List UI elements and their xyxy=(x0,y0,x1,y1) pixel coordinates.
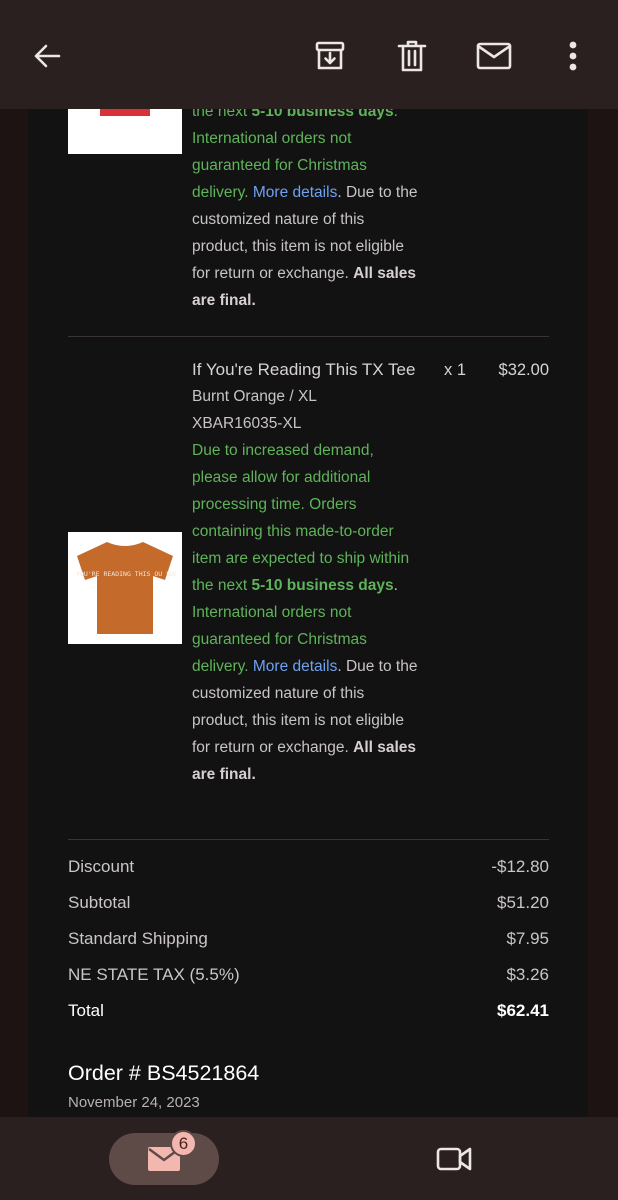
more-details-link[interactable]: More details xyxy=(253,658,337,675)
unread-count-badge: 6 xyxy=(170,1130,197,1157)
back-button[interactable] xyxy=(27,36,67,76)
divider xyxy=(68,839,549,840)
total-row: Total $62.41 xyxy=(68,1001,549,1020)
order-date: November 24, 2023 xyxy=(68,1094,200,1111)
shirt-print-text: IF YOU'RE READING THIS OU SUCKS xyxy=(73,570,177,578)
shipping-row: Standard Shipping $7.95 xyxy=(68,929,549,948)
tax-row: NE STATE TAX (5.5%) $3.26 xyxy=(68,965,549,984)
product-title[interactable]: If You're Reading This TX Tee xyxy=(192,356,422,383)
tax-value: $3.26 xyxy=(506,965,549,984)
meet-tab[interactable] xyxy=(434,1141,474,1177)
email-screen: the next 5-10 business days. Internation… xyxy=(0,0,618,1200)
discount-row: Discount -$12.80 xyxy=(68,857,549,876)
mark-unread-button[interactable] xyxy=(474,36,514,76)
top-app-bar xyxy=(0,0,618,109)
item1-description: the next 5-10 business days. Internation… xyxy=(192,103,418,309)
more-options-icon xyxy=(569,41,577,71)
delete-button[interactable] xyxy=(392,36,432,76)
orange-tshirt-image: IF YOU'RE READING THIS OU SUCKS xyxy=(73,542,177,634)
subtotal-row: Subtotal $51.20 xyxy=(68,893,549,912)
archive-icon xyxy=(315,41,345,70)
order-number: Order # BS4521864 xyxy=(68,1061,260,1085)
product-thumbnail-orange-tee[interactable]: IF YOU'RE READING THIS OU SUCKS xyxy=(68,532,182,644)
archive-button[interactable] xyxy=(310,36,350,76)
product-quantity: x 1 xyxy=(444,361,467,379)
bottom-navigation: 6 xyxy=(0,1117,618,1200)
more-options-button[interactable] xyxy=(553,36,593,76)
mark-unread-icon xyxy=(476,42,512,70)
divider xyxy=(68,336,549,337)
video-camera-icon xyxy=(436,1147,472,1171)
item2-details: If You're Reading This TX Tee Burnt Oran… xyxy=(192,356,422,788)
discount-value: -$12.80 xyxy=(491,857,549,876)
product-sku: XBAR16035-XL xyxy=(192,415,302,432)
back-icon xyxy=(34,44,61,68)
demand-note: Due to increased demand, please allow fo… xyxy=(192,442,410,594)
total-value: $62.41 xyxy=(497,1001,549,1020)
product-variant: Burnt Orange / XL xyxy=(192,388,317,405)
delete-icon xyxy=(397,40,427,72)
product-price: $32.00 xyxy=(498,361,549,379)
more-details-link[interactable]: More details xyxy=(253,184,337,201)
shipping-value: $7.95 xyxy=(506,929,549,948)
subtotal-value: $51.20 xyxy=(497,893,549,912)
mail-tab[interactable] xyxy=(109,1133,219,1185)
